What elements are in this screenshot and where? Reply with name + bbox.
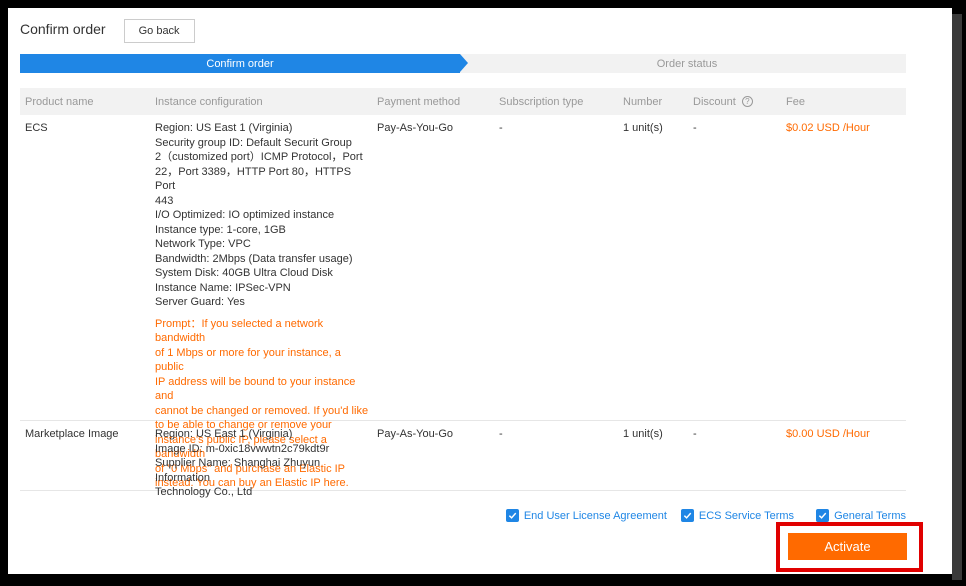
ecs-service-terms-link[interactable]: ECS Service Terms [699,510,794,522]
config-line: Region: US East 1 (Virginia) [155,428,293,440]
help-icon[interactable]: ? [741,96,753,107]
header-discount-label: Discount [693,95,736,108]
product-name: Marketplace Image [25,428,119,440]
payment-method: Pay-As-You-Go [377,428,454,440]
subscription-type: - [499,428,503,440]
prompt-line: IP address will be bound to your instanc… [155,375,356,403]
config-line: System Disk: 40GB Ultra Cloud Disk [155,267,333,279]
table-row: Marketplace Image Region: US East 1 (Vir… [20,421,906,498]
page-header: Confirm order Go back [20,18,195,44]
checkbox-checked[interactable] [505,509,519,522]
payment-method: Pay-As-You-Go [377,122,454,134]
config-line: I/O Optimized: IO optimized instance [155,209,335,221]
instance-configuration: Region: US East 1 (Virginia) Security gr… [155,121,377,489]
header-subscription-type: Subscription type [499,95,584,108]
header-number: Number [623,95,663,108]
prompt-line: cannot be changed or removed. If you'd l… [155,404,369,417]
header-fee: Fee [786,95,805,108]
header-instance-configuration: Instance configuration [155,95,263,108]
page-title: Confirm order [20,21,106,37]
config-line: Region: US East 1 (Virginia) [155,122,293,134]
checkbox-checked[interactable] [816,509,830,522]
checkmark-icon [683,512,692,519]
config-line: Instance type: 1-core, 1GB [155,223,286,236]
terms-agreement: End User License Agreement ECS Service T… [492,509,906,522]
header-discount: Discount ? [693,96,786,108]
step-confirm-order: Confirm order [20,54,460,73]
term-eula[interactable]: End User License Agreement [505,509,667,522]
checkmark-icon [508,512,517,519]
general-terms-link[interactable]: General Terms [834,510,906,522]
config-line: Security group ID: Default Securit Group [155,136,352,149]
checkbox-checked[interactable] [680,509,694,522]
config-line: Network Type: VPC [155,238,251,250]
window-shadow [952,14,962,580]
table-row: ECS Region: US East 1 (Virginia) Securit… [20,115,906,489]
config-line: Bandwidth: 2Mbps (Data transfer usage) [155,252,353,265]
discount: - [693,428,697,440]
term-general[interactable]: General Terms [816,509,906,522]
number: 1 unit(s) [623,428,663,440]
config-line: Instance Name: IPSec-VPN [155,281,291,294]
progress-steps: Confirm order Order status [20,54,906,73]
fee: $0.02 USD /Hour [786,122,870,134]
term-ecs-service[interactable]: ECS Service Terms [680,509,794,522]
table-header: Product name Instance configuration Paym… [20,88,906,115]
config-line: 2（customized port）ICMP Protocol，Port [155,151,363,163]
product-name: ECS [25,122,48,134]
config-line: Image ID: m-0xic18vwwtn2c79kdt9r [155,442,330,455]
eula-link[interactable]: End User License Agreement [524,510,667,522]
config-line: Supplier Name: Shanghai Zhuyun Informati… [155,457,321,484]
config-line: 443 [155,194,174,207]
config-line: 22，Port 3389，HTTP Port 80，HTTPS Port [155,165,352,193]
order-page: Confirm order Go back Confirm order Orde… [8,8,952,574]
go-back-button[interactable]: Go back [123,19,195,43]
subscription-type: - [499,122,503,134]
order-table: Product name Instance configuration Paym… [20,88,906,498]
fee: $0.00 USD /Hour [786,428,870,440]
checkmark-icon [818,512,827,519]
header-payment-method: Payment method [377,95,461,108]
step-arrow [460,54,468,72]
number: 1 unit(s) [623,122,663,134]
discount: - [693,122,697,134]
config-line: Server Guard: Yes [155,296,245,308]
header-product-name: Product name [25,95,94,108]
config-line: Technology Co., Ltd [155,486,253,498]
prompt-label: Prompt： [155,317,202,330]
activate-button[interactable]: Activate [788,533,907,560]
instance-configuration: Region: US East 1 (Virginia) Image ID: m… [155,427,377,498]
step-order-status: Order status [656,57,718,70]
prompt-line: of 1 Mbps or more for your instance, a p… [155,346,341,374]
